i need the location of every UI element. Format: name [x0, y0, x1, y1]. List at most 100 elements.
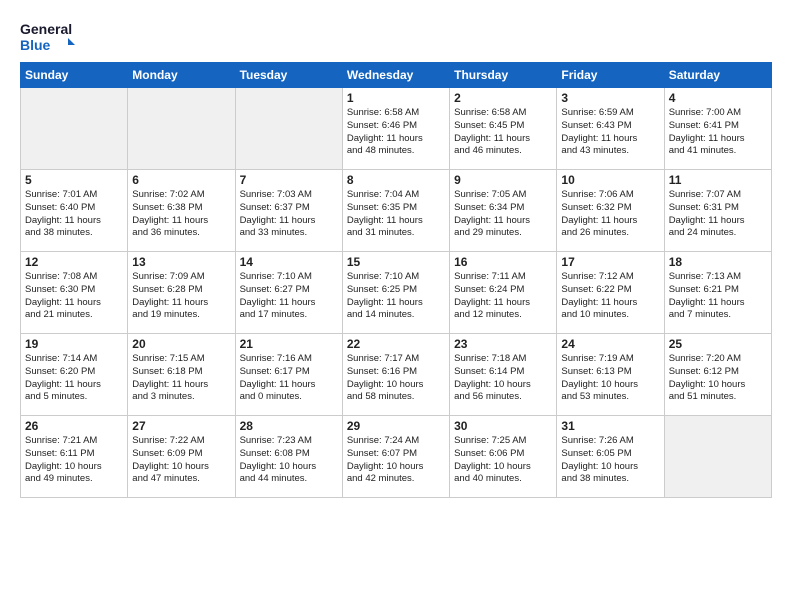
day-info: Sunrise: 7:24 AM Sunset: 6:07 PM Dayligh… [347, 435, 445, 486]
calendar-cell: 22 Sunrise: 7:17 AM Sunset: 6:16 PM Dayli… [342, 334, 449, 416]
calendar-cell: 31 Sunrise: 7:26 AM Sunset: 6:05 PM Dayli… [557, 416, 664, 498]
day-info: Sunrise: 7:21 AM Sunset: 6:11 PM Dayligh… [25, 435, 123, 486]
calendar-cell: 18 Sunrise: 7:13 AM Sunset: 6:21 PM Dayli… [664, 252, 771, 334]
calendar-cell: 3 Sunrise: 6:59 AM Sunset: 6:43 PM Daylig… [557, 88, 664, 170]
day-number: 23 [454, 337, 552, 351]
weekday-header-sunday: Sunday [21, 63, 128, 88]
weekday-header-wednesday: Wednesday [342, 63, 449, 88]
day-number: 17 [561, 255, 659, 269]
calendar-cell [21, 88, 128, 170]
day-number: 11 [669, 173, 767, 187]
day-info: Sunrise: 6:59 AM Sunset: 6:43 PM Dayligh… [561, 107, 659, 158]
calendar-cell: 5Sunrise: 7:01 AM Sunset: 6:40 PM Daylig… [21, 170, 128, 252]
day-info: Sunrise: 6:58 AM Sunset: 6:45 PM Dayligh… [454, 107, 552, 158]
day-info: Sunrise: 7:15 AM Sunset: 6:18 PM Dayligh… [132, 353, 230, 404]
weekday-header-saturday: Saturday [664, 63, 771, 88]
day-info: Sunrise: 7:16 AM Sunset: 6:17 PM Dayligh… [240, 353, 338, 404]
day-number: 26 [25, 419, 123, 433]
calendar-week-4: 26 Sunrise: 7:21 AM Sunset: 6:11 PM Dayli… [21, 416, 772, 498]
day-number: 1 [347, 91, 445, 105]
day-info: Sunrise: 7:05 AM Sunset: 6:34 PM Dayligh… [454, 189, 552, 240]
logo: General Blue [20, 16, 75, 56]
calendar-cell: 28 Sunrise: 7:23 AM Sunset: 6:08 PM Dayli… [235, 416, 342, 498]
calendar-week-2: 12Sunrise: 7:08 AM Sunset: 6:30 PM Dayli… [21, 252, 772, 334]
calendar-cell: 15Sunrise: 7:10 AM Sunset: 6:25 PM Dayli… [342, 252, 449, 334]
calendar-week-1: 5Sunrise: 7:01 AM Sunset: 6:40 PM Daylig… [21, 170, 772, 252]
calendar-cell: 26 Sunrise: 7:21 AM Sunset: 6:11 PM Dayli… [21, 416, 128, 498]
day-info: Sunrise: 7:20 AM Sunset: 6:12 PM Dayligh… [669, 353, 767, 404]
calendar-cell: 24 Sunrise: 7:19 AM Sunset: 6:13 PM Dayli… [557, 334, 664, 416]
day-number: 18 [669, 255, 767, 269]
day-info: Sunrise: 7:26 AM Sunset: 6:05 PM Dayligh… [561, 435, 659, 486]
day-info: Sunrise: 7:19 AM Sunset: 6:13 PM Dayligh… [561, 353, 659, 404]
calendar-cell: 10 Sunrise: 7:06 AM Sunset: 6:32 PM Dayli… [557, 170, 664, 252]
calendar-cell: 8Sunrise: 7:04 AM Sunset: 6:35 PM Daylig… [342, 170, 449, 252]
day-number: 14 [240, 255, 338, 269]
calendar-cell: 2 Sunrise: 6:58 AM Sunset: 6:45 PM Daylig… [450, 88, 557, 170]
calendar-week-0: 1 Sunrise: 6:58 AM Sunset: 6:46 PM Daylig… [21, 88, 772, 170]
day-info: Sunrise: 7:06 AM Sunset: 6:32 PM Dayligh… [561, 189, 659, 240]
calendar-cell [664, 416, 771, 498]
day-number: 3 [561, 91, 659, 105]
day-info: Sunrise: 7:07 AM Sunset: 6:31 PM Dayligh… [669, 189, 767, 240]
calendar-cell: 29 Sunrise: 7:24 AM Sunset: 6:07 PM Dayli… [342, 416, 449, 498]
calendar-cell: 12Sunrise: 7:08 AM Sunset: 6:30 PM Dayli… [21, 252, 128, 334]
calendar-cell: 19Sunrise: 7:14 AM Sunset: 6:20 PM Dayli… [21, 334, 128, 416]
calendar-cell: 7Sunrise: 7:03 AM Sunset: 6:37 PM Daylig… [235, 170, 342, 252]
day-info: Sunrise: 7:25 AM Sunset: 6:06 PM Dayligh… [454, 435, 552, 486]
calendar-cell: 4 Sunrise: 7:00 AM Sunset: 6:41 PM Daylig… [664, 88, 771, 170]
day-number: 20 [132, 337, 230, 351]
day-info: Sunrise: 7:13 AM Sunset: 6:21 PM Dayligh… [669, 271, 767, 322]
calendar-cell: 9Sunrise: 7:05 AM Sunset: 6:34 PM Daylig… [450, 170, 557, 252]
day-info: Sunrise: 7:12 AM Sunset: 6:22 PM Dayligh… [561, 271, 659, 322]
calendar-cell: 16Sunrise: 7:11 AM Sunset: 6:24 PM Dayli… [450, 252, 557, 334]
page-header: General Blue [20, 16, 772, 56]
calendar-cell [128, 88, 235, 170]
weekday-header-monday: Monday [128, 63, 235, 88]
day-number: 2 [454, 91, 552, 105]
calendar-cell: 17 Sunrise: 7:12 AM Sunset: 6:22 PM Dayli… [557, 252, 664, 334]
day-number: 30 [454, 419, 552, 433]
day-info: Sunrise: 7:03 AM Sunset: 6:37 PM Dayligh… [240, 189, 338, 240]
day-info: Sunrise: 7:23 AM Sunset: 6:08 PM Dayligh… [240, 435, 338, 486]
day-number: 27 [132, 419, 230, 433]
calendar-cell: 1 Sunrise: 6:58 AM Sunset: 6:46 PM Daylig… [342, 88, 449, 170]
day-info: Sunrise: 6:58 AM Sunset: 6:46 PM Dayligh… [347, 107, 445, 158]
day-number: 16 [454, 255, 552, 269]
day-number: 22 [347, 337, 445, 351]
calendar-cell: 23 Sunrise: 7:18 AM Sunset: 6:14 PM Dayli… [450, 334, 557, 416]
day-number: 24 [561, 337, 659, 351]
day-number: 28 [240, 419, 338, 433]
calendar-cell: 13 Sunrise: 7:09 AM Sunset: 6:28 PM Dayli… [128, 252, 235, 334]
calendar-cell: 21 Sunrise: 7:16 AM Sunset: 6:17 PM Dayli… [235, 334, 342, 416]
day-info: Sunrise: 7:04 AM Sunset: 6:35 PM Dayligh… [347, 189, 445, 240]
day-number: 6 [132, 173, 230, 187]
day-info: Sunrise: 7:01 AM Sunset: 6:40 PM Dayligh… [25, 189, 123, 240]
day-info: Sunrise: 7:00 AM Sunset: 6:41 PM Dayligh… [669, 107, 767, 158]
day-info: Sunrise: 7:14 AM Sunset: 6:20 PM Dayligh… [25, 353, 123, 404]
calendar-header-row: SundayMondayTuesdayWednesdayThursdayFrid… [21, 63, 772, 88]
day-number: 4 [669, 91, 767, 105]
day-number: 21 [240, 337, 338, 351]
day-number: 29 [347, 419, 445, 433]
day-info: Sunrise: 7:08 AM Sunset: 6:30 PM Dayligh… [25, 271, 123, 322]
calendar-week-3: 19Sunrise: 7:14 AM Sunset: 6:20 PM Dayli… [21, 334, 772, 416]
calendar-cell: 6Sunrise: 7:02 AM Sunset: 6:38 PM Daylig… [128, 170, 235, 252]
day-number: 15 [347, 255, 445, 269]
day-number: 10 [561, 173, 659, 187]
calendar-cell: 27 Sunrise: 7:22 AM Sunset: 6:09 PM Dayli… [128, 416, 235, 498]
day-info: Sunrise: 7:09 AM Sunset: 6:28 PM Dayligh… [132, 271, 230, 322]
svg-text:General: General [20, 21, 72, 37]
weekday-header-friday: Friday [557, 63, 664, 88]
svg-text:Blue: Blue [20, 37, 51, 53]
weekday-header-tuesday: Tuesday [235, 63, 342, 88]
day-number: 13 [132, 255, 230, 269]
day-number: 31 [561, 419, 659, 433]
day-info: Sunrise: 7:22 AM Sunset: 6:09 PM Dayligh… [132, 435, 230, 486]
calendar-cell: 20 Sunrise: 7:15 AM Sunset: 6:18 PM Dayli… [128, 334, 235, 416]
day-info: Sunrise: 7:18 AM Sunset: 6:14 PM Dayligh… [454, 353, 552, 404]
calendar-cell: 11 Sunrise: 7:07 AM Sunset: 6:31 PM Dayli… [664, 170, 771, 252]
weekday-header-thursday: Thursday [450, 63, 557, 88]
day-info: Sunrise: 7:17 AM Sunset: 6:16 PM Dayligh… [347, 353, 445, 404]
day-number: 25 [669, 337, 767, 351]
